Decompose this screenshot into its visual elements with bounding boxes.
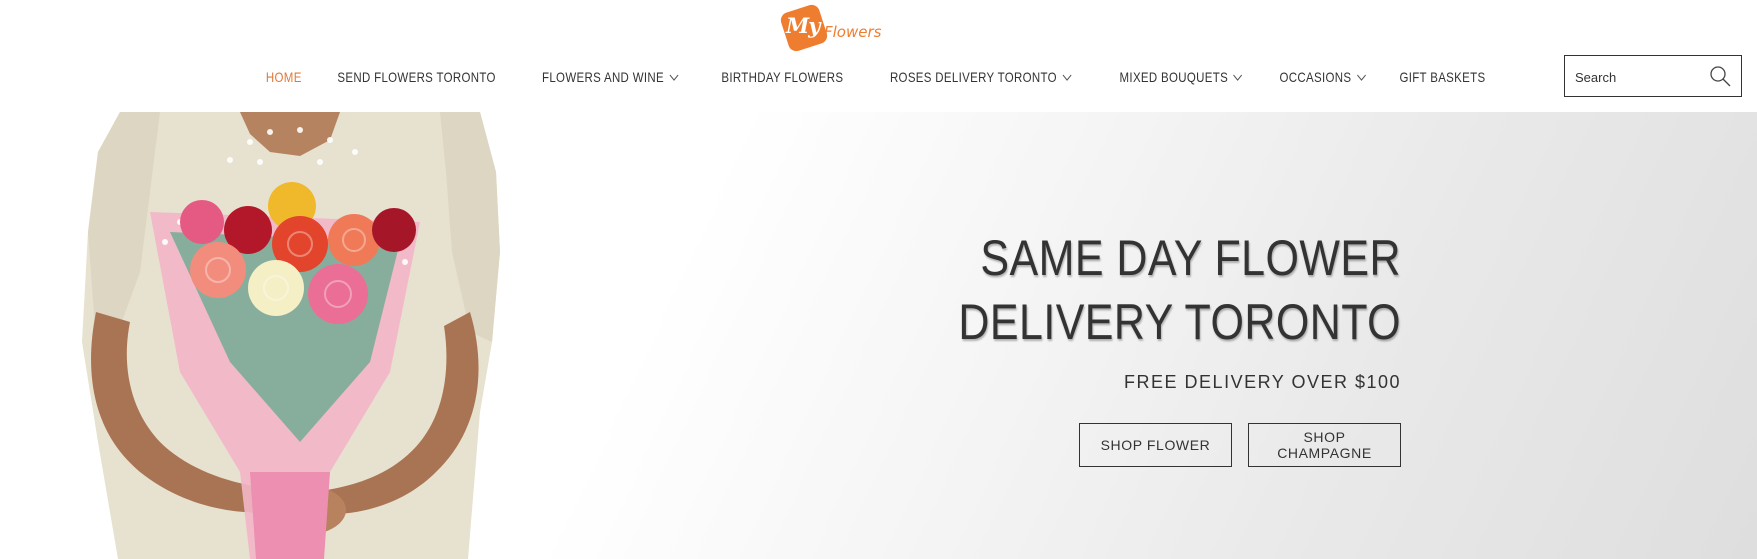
chevron-down-icon (1062, 74, 1072, 81)
nav-item-label: GIFT BASKETS (1399, 69, 1486, 85)
site-header: My Flowers HOME SEND FLOWERS TORONTO FLO… (0, 0, 1757, 112)
logo-wordmark: Flowers (824, 23, 882, 41)
nav-item-flowers-and-wine[interactable]: FLOWERS AND WINE (542, 69, 679, 85)
main-nav: HOME SEND FLOWERS TORONTO FLOWERS AND WI… (0, 64, 1757, 90)
nav-item-occasions[interactable]: OCCASIONS (1280, 69, 1367, 85)
nav-item-label: FLOWERS AND WINE (541, 69, 664, 85)
hero-title: SAME DAY FLOWER DELIVERY TORONTO (958, 230, 1401, 350)
hero-banner: SAME DAY FLOWER DELIVERY TORONTO FREE DE… (0, 112, 1757, 559)
nav-item-birthday-flowers[interactable]: BIRTHDAY FLOWERS (721, 69, 843, 85)
shop-champagne-button[interactable]: SHOP CHAMPAGNE (1248, 423, 1401, 467)
nav-item-label: BIRTHDAY FLOWERS (720, 69, 843, 85)
chevron-down-icon (1357, 74, 1367, 81)
nav-item-home[interactable]: HOME (266, 69, 302, 85)
chevron-down-icon (669, 74, 679, 81)
nav-item-label: OCCASIONS (1279, 69, 1352, 85)
nav-item-label: HOME (266, 69, 302, 85)
nav-item-label: ROSES DELIVERY TORONTO (890, 69, 1058, 85)
nav-item-gift-baskets[interactable]: GIFT BASKETS (1399, 69, 1485, 85)
nav-item-label: MIXED BOUQUETS (1119, 69, 1229, 85)
search-icon[interactable] (1709, 65, 1731, 87)
search-box (1564, 55, 1742, 97)
shop-flower-button[interactable]: SHOP FLOWER (1079, 423, 1232, 467)
site-logo[interactable]: My Flowers (778, 2, 890, 54)
search-input[interactable] (1573, 64, 1707, 90)
hero-subtitle: FREE DELIVERY OVER $100 (1124, 372, 1401, 392)
hero-buttons: SHOP FLOWER SHOP CHAMPAGNE (1079, 423, 1401, 467)
chevron-down-icon (1233, 74, 1243, 81)
nav-item-roses-delivery-toronto[interactable]: ROSES DELIVERY TORONTO (890, 69, 1072, 85)
hero-bouquet-image (82, 112, 500, 559)
nav-item-mixed-bouquets[interactable]: MIXED BOUQUETS (1119, 69, 1243, 85)
nav-item-label: SEND FLOWERS TORONTO (337, 69, 496, 85)
nav-item-send-flowers-toronto[interactable]: SEND FLOWERS TORONTO (337, 69, 495, 85)
